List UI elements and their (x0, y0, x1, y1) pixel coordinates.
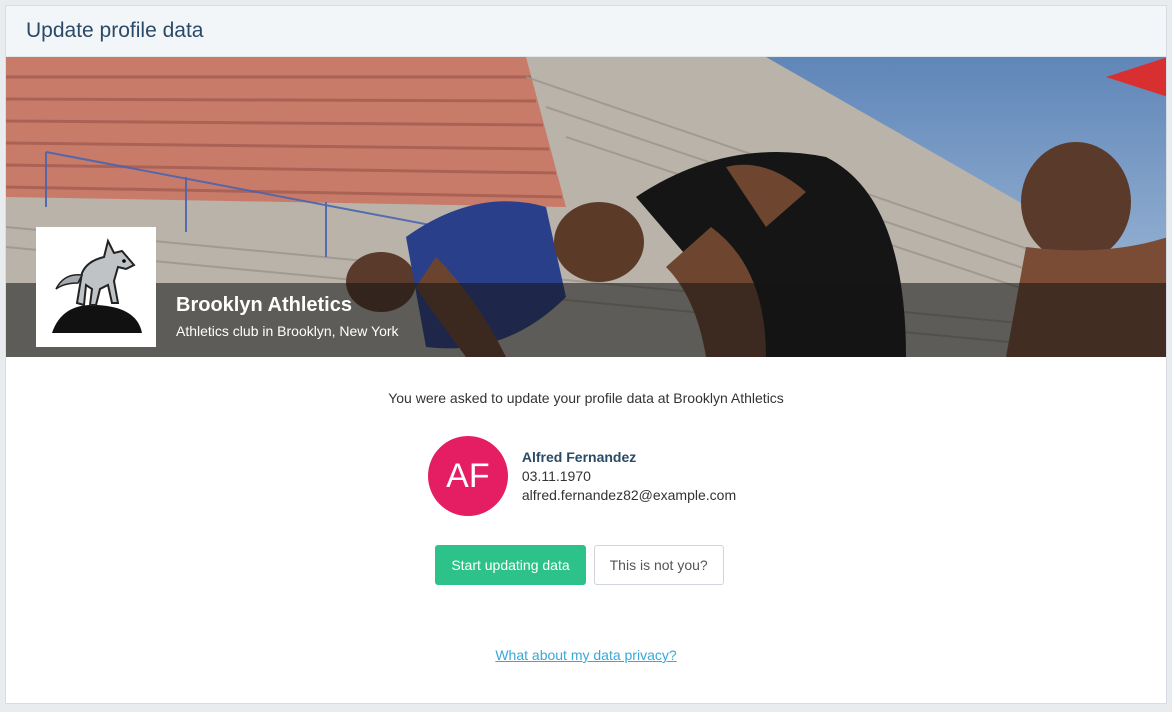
privacy-section: What about my data privacy? (6, 647, 1166, 665)
intro-text: You were asked to update your profile da… (388, 390, 784, 406)
not-you-button[interactable]: This is not you? (593, 545, 724, 585)
avatar: AF (427, 436, 508, 516)
club-banner: Brooklyn Athletics Athletics club in Bro… (6, 57, 1166, 357)
club-logo (36, 227, 156, 347)
wolf-logo-icon (52, 238, 142, 333)
card-header: Update profile data (6, 6, 1166, 57)
privacy-link[interactable]: What about my data privacy? (495, 647, 676, 663)
club-name: Brooklyn Athletics (176, 294, 352, 316)
club-description: Athletics club in Brooklyn, New York (176, 323, 399, 339)
user-info: Alfred Fernandez 03.11.1970 alfred.ferna… (522, 448, 736, 505)
action-buttons: Start updating data This is not you? (6, 545, 1166, 585)
user-birthdate: 03.11.1970 (521, 467, 591, 484)
page-title: Update profile data (26, 19, 204, 42)
start-updating-button[interactable]: Start updating data (435, 545, 586, 585)
user-name: Alfred Fernandez (521, 448, 637, 465)
update-profile-card: Update profile data Brooklyn Athletics A… (5, 5, 1167, 704)
user-email: alfred.fernandez82@example.com (521, 486, 737, 503)
user-profile: AF Alfred Fernandez 03.11.1970 alfred.fe… (6, 436, 1166, 516)
